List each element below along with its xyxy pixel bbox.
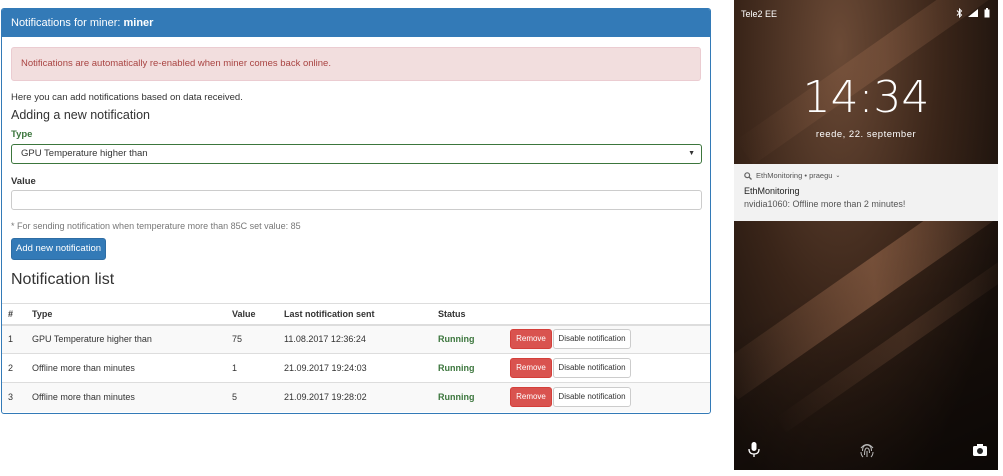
notification-list-title: Notification list [11,271,115,288]
battery-icon [984,8,990,18]
disable-notification-button[interactable]: Disable notification [553,387,631,408]
row-actions: Remove Disable notification [504,324,710,354]
row-actions: Remove Disable notification [504,382,710,412]
row-last-sent: 21.09.2017 19:24:03 [278,353,432,383]
table-row: 3 Offline more than minutes 5 21.09.2017… [2,382,710,412]
remove-button[interactable]: Remove [510,387,552,408]
row-value: 75 [226,324,278,354]
heading-prefix: Notifications for miner: [11,17,124,29]
camera-icon[interactable] [972,440,988,460]
lockscreen-shortcuts [734,440,998,464]
add-notification-button[interactable]: Add new notification [11,238,106,260]
row-num: 3 [2,382,26,412]
value-label: Value [11,176,36,187]
remove-button[interactable]: Remove [510,358,552,378]
col-last-sent: Last notification sent [278,303,432,326]
row-value: 5 [226,382,278,412]
chevron-down-icon[interactable]: ⌄ [835,172,840,179]
value-input[interactable] [11,190,702,210]
disable-notification-button[interactable]: Disable notification [553,358,631,378]
col-actions [504,303,710,326]
help-text: * For sending notification when temperat… [11,221,301,231]
col-value: Value [226,303,278,326]
signal-icon [968,9,979,17]
reenable-alert: Notifications are automatically re-enabl… [11,47,701,81]
notification-body: nvidia1060: Offline more than 2 minutes! [744,199,906,209]
microphone-icon[interactable] [746,440,762,460]
lock-clock: 14:34 [802,72,930,123]
row-actions: Remove Disable notification [504,353,710,383]
web-page: Notifications for miner: miner Notificat… [0,0,720,420]
row-type: Offline more than minutes [26,382,226,412]
lock-date: reede, 22. september [815,129,917,140]
type-selected-value: GPU Temperature higher than [21,148,148,159]
type-label: Type [11,129,33,140]
col-num: # [2,303,26,326]
notifications-panel: Notifications for miner: miner Notificat… [1,8,711,414]
row-last-sent: 11.08.2017 12:36:24 [278,324,432,354]
row-status: Running [432,382,504,412]
notification-table: # Type Value Last notification sent Stat… [2,303,710,412]
notification-app-row: EthMonitoring • praegu ⌄ [744,171,988,180]
row-num: 2 [2,353,26,383]
remove-button[interactable]: Remove [510,329,552,350]
panel-heading: Notifications for miner: miner [2,9,710,37]
col-status: Status [432,303,504,326]
push-notification[interactable]: EthMonitoring • praegu ⌄ EthMonitoring n… [734,164,998,221]
miner-name: miner [123,17,154,29]
bluetooth-icon [956,7,963,19]
row-status: Running [432,353,504,383]
table-row: 1 GPU Temperature higher than 75 11.08.2… [2,324,710,354]
table-row: 2 Offline more than minutes 1 21.09.2017… [2,353,710,383]
notification-app-name: EthMonitoring • praegu [756,171,833,180]
search-icon [744,171,752,180]
add-subheading: Adding a new notification [11,108,150,122]
row-type: Offline more than minutes [26,353,226,383]
caret-down-icon: ▼ [688,150,695,157]
notification-title: EthMonitoring [744,186,800,196]
fingerprint-icon[interactable] [858,440,876,460]
disable-notification-button[interactable]: Disable notification [553,329,631,350]
phone-lockscreen: Tele2 EE 14:34 reede, 22. september EthM… [734,0,998,470]
row-type: GPU Temperature higher than [26,324,226,354]
row-status: Running [432,324,504,354]
row-num: 1 [2,324,26,354]
status-icons [956,7,990,20]
row-last-sent: 21.09.2017 19:28:02 [278,382,432,412]
carrier-name: Tele2 EE [741,9,778,19]
col-type: Type [26,303,226,326]
row-value: 1 [226,353,278,383]
type-select[interactable]: GPU Temperature higher than ▼ [11,144,702,164]
intro-text: Here you can add notifications based on … [11,92,243,103]
